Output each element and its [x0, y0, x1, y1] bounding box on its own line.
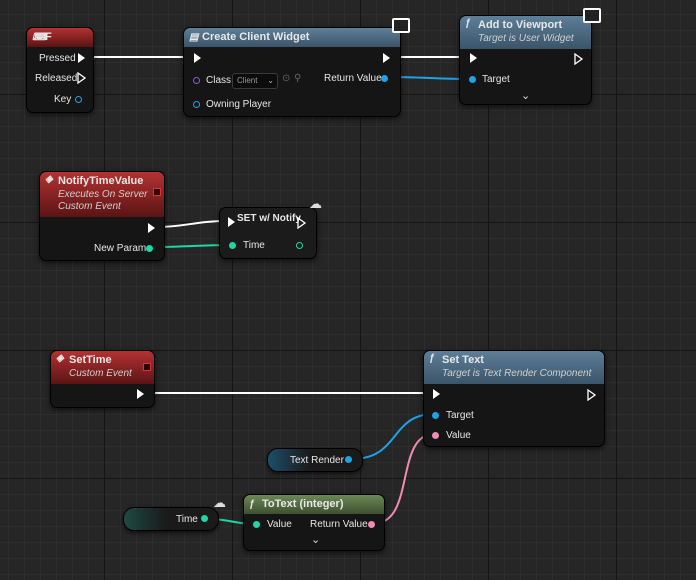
key-struct-pin[interactable] [75, 96, 82, 103]
time-variable[interactable]: Time [123, 507, 219, 531]
set-notify-time-label: Time [243, 240, 265, 251]
network-icon: ☁ [213, 495, 226, 510]
set-notify-exec-out[interactable] [297, 217, 307, 229]
class-pin-label: Class [206, 75, 232, 86]
add-viewport-title: Add to Viewport [478, 19, 563, 31]
pressed-pin-label: Pressed [39, 53, 76, 64]
set-text-title: Set Text [442, 354, 484, 366]
widget-icon: ▤ [189, 32, 199, 43]
set-notify-title: SET w/ Notify [237, 213, 301, 224]
expand-chevron-icon[interactable]: ⌄ [311, 533, 320, 546]
function-icon: ƒ [465, 18, 471, 29]
time-var-label: Time [176, 514, 198, 525]
set-text-target-pin[interactable] [432, 412, 439, 419]
keyboard-event-icon: ⌨ [32, 32, 47, 43]
to-text-header[interactable]: ƒ ToText (integer) [244, 495, 384, 514]
function-icon: ƒ [249, 499, 255, 510]
notify-exec-out[interactable] [148, 223, 155, 233]
set-text-node[interactable]: ƒ Set Text Target is Text Render Compone… [423, 350, 605, 447]
add-viewport-header[interactable]: ƒ Add to Viewport Target is User Widget [460, 16, 591, 49]
set-text-exec-in[interactable] [433, 389, 440, 399]
event-icon: ◈ [56, 353, 64, 364]
create-widget-title: Create Client Widget [202, 31, 310, 43]
add-viewport-target-label: Target [482, 74, 510, 85]
notify-event-node[interactable]: ◈ NotifyTimeValue Executes On Server Cus… [39, 171, 165, 261]
add-viewport-node[interactable]: ƒ Add to Viewport Target is User Widget … [459, 15, 592, 105]
text-render-pin[interactable] [345, 456, 352, 463]
set-text-header[interactable]: ƒ Set Text Target is Text Render Compone… [424, 351, 604, 384]
notify-event-subtitle-custom: Custom Event [58, 201, 121, 212]
exec-wire-notify-set [156, 220, 229, 228]
add-viewport-exec-in[interactable] [470, 53, 477, 63]
time-var-pin[interactable] [201, 515, 208, 522]
event-icon: ◈ [45, 174, 53, 185]
set-notify-node[interactable]: SET w/ Notify Time [219, 207, 317, 259]
text-render-label: Text Render [290, 455, 344, 466]
owning-player-pin[interactable] [193, 101, 200, 108]
settime-event-header[interactable]: ◈ SetTime Custom Event [51, 351, 154, 384]
return-value-pin[interactable] [381, 75, 388, 82]
set-text-subtitle: Target is Text Render Component [442, 368, 592, 379]
set-text-value-label: Value [446, 430, 471, 441]
class-dropdown[interactable]: Client ⌄ [232, 73, 278, 89]
chevron-down-icon: ⌄ [267, 76, 274, 85]
pressed-exec-pin[interactable] [78, 53, 85, 63]
create-widget-exec-out[interactable] [383, 53, 390, 63]
released-pin-label: Released [35, 73, 78, 84]
add-viewport-subtitle: Target is User Widget [478, 33, 574, 44]
notify-event-header[interactable]: ◈ NotifyTimeValue Executes On Server Cus… [40, 172, 164, 217]
to-text-title: ToText (integer) [262, 498, 344, 510]
set-notify-exec-in[interactable] [228, 217, 235, 227]
to-text-value-label: Value [267, 519, 292, 530]
monitor-icon [583, 8, 601, 23]
function-icon: ƒ [429, 353, 435, 364]
f-key-event-node[interactable]: ⌨ F Pressed Released Key [26, 27, 94, 113]
settime-event-subtitle: Custom Event [69, 368, 132, 379]
new-param-label: New Param [94, 243, 147, 254]
notify-event-title: NotifyTimeValue [58, 175, 144, 187]
released-exec-pin[interactable] [77, 72, 87, 84]
set-notify-time-out-pin[interactable] [296, 242, 303, 249]
class-pin[interactable] [193, 77, 200, 84]
monitor-icon [392, 18, 410, 33]
browse-asset-icon[interactable]: ⊙ [282, 73, 290, 84]
add-viewport-target-pin[interactable] [469, 76, 476, 83]
notify-event-subtitle-server: Executes On Server [58, 189, 148, 200]
to-text-return-label: Return Value [310, 519, 368, 530]
settime-event-title: SetTime [69, 354, 112, 366]
object-wire-return-target [389, 76, 471, 80]
key-pin-label: Key [54, 94, 72, 105]
owning-player-label: Owning Player [206, 99, 272, 110]
object-wire-textrender-target [351, 413, 435, 460]
expand-chevron-icon[interactable]: ⌄ [521, 89, 530, 102]
set-text-target-label: Target [446, 410, 474, 421]
to-text-value-pin[interactable] [253, 521, 260, 528]
delegate-pin[interactable] [143, 363, 151, 371]
return-value-label: Return Value [324, 73, 382, 84]
to-text-return-pin[interactable] [368, 521, 375, 528]
set-text-exec-out[interactable] [587, 389, 597, 401]
search-icon[interactable]: ⚲ [294, 73, 301, 84]
set-text-value-pin[interactable] [432, 432, 439, 439]
class-dropdown-value: Client [237, 76, 258, 85]
create-widget-node[interactable]: ▤ Create Client Widget Class Client ⌄ ⊙ … [183, 27, 401, 117]
new-param-pin[interactable] [146, 245, 153, 252]
settime-exec-out[interactable] [137, 389, 144, 399]
text-render-variable[interactable]: Text Render [267, 448, 363, 472]
add-viewport-exec-out[interactable] [574, 53, 584, 65]
to-text-node[interactable]: ƒ ToText (integer) Value Return Value ⌄ [243, 494, 385, 551]
settime-event-node[interactable]: ◈ SetTime Custom Event [50, 350, 155, 408]
create-widget-exec-in[interactable] [194, 53, 201, 63]
set-notify-time-in-pin[interactable] [229, 242, 236, 249]
f-key-event-header[interactable]: ⌨ F [27, 28, 93, 47]
delegate-pin[interactable] [153, 188, 161, 196]
create-widget-header[interactable]: ▤ Create Client Widget [184, 28, 400, 47]
network-icon: ☁ [309, 196, 322, 211]
